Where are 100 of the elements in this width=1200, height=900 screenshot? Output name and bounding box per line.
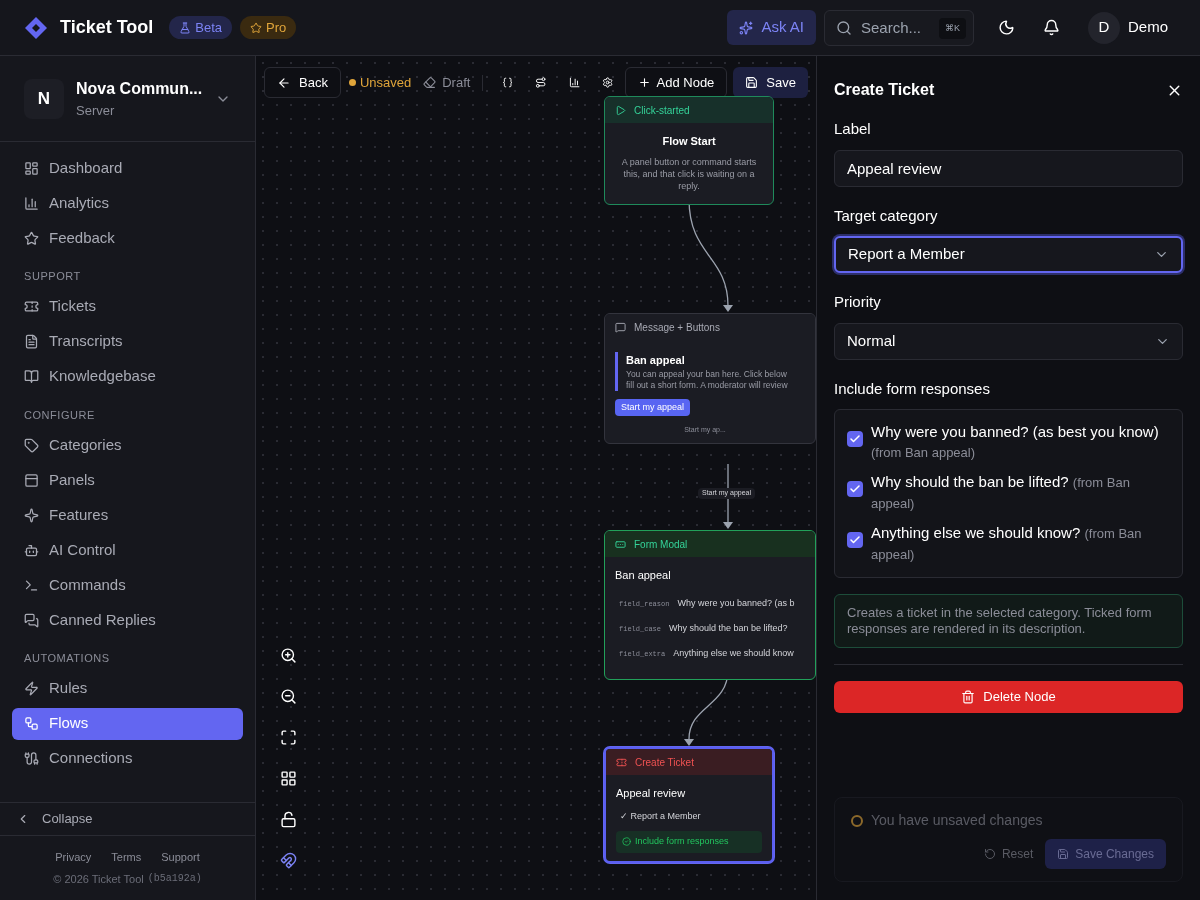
grid-icon[interactable] — [280, 770, 297, 787]
node-type: Create Ticket — [635, 755, 694, 770]
category-select[interactable]: Report a Member — [834, 236, 1183, 273]
user-name: Demo — [1128, 17, 1168, 38]
document-icon — [24, 334, 39, 349]
node-type: Message + Buttons — [634, 320, 720, 335]
plus-icon — [637, 76, 651, 89]
node-description: A panel button or command starts this, and that click is waiting on a reply. — [620, 155, 758, 192]
ticket-icon — [616, 756, 627, 768]
back-button[interactable]: Back — [264, 67, 341, 98]
nav-item[interactable]: Flows — [12, 707, 243, 740]
server-name: Nova Commun... — [76, 78, 204, 99]
ticket-icon — [24, 299, 39, 314]
response-option[interactable]: Why should the ban be lifted? (from Ban appeal) — [871, 472, 1170, 514]
magnet-icon[interactable] — [280, 852, 297, 869]
server-avatar: N — [24, 78, 64, 119]
build-hash: (b5a192a) — [147, 872, 202, 886]
nav-item[interactable]: Dashboard — [12, 152, 243, 184]
section-heading: AUTOMATIONS — [23, 651, 111, 666]
braces-icon[interactable] — [502, 75, 514, 90]
field-label: Why were you banned? (as b — [677, 597, 795, 611]
nav-item[interactable]: Features — [12, 499, 243, 531]
collapse-button[interactable]: Collapse — [0, 802, 255, 836]
route-icon[interactable] — [535, 75, 547, 90]
message-button: Start my appeal — [615, 398, 691, 416]
chart-icon[interactable] — [568, 75, 581, 90]
flow-icon — [24, 716, 39, 731]
play-icon — [615, 104, 626, 116]
nav-item[interactable]: Analytics — [12, 187, 243, 219]
nav-item[interactable]: Categories — [12, 429, 243, 461]
footer-link[interactable]: Privacy — [55, 848, 92, 865]
unlock-icon[interactable] — [280, 811, 297, 828]
settings-icon[interactable] — [602, 75, 614, 90]
book-icon — [24, 369, 39, 384]
field-label: Priority — [834, 292, 882, 312]
field-label: Target category — [834, 205, 939, 226]
user-avatar[interactable]: D — [1088, 11, 1120, 44]
reset-icon — [983, 848, 996, 860]
nav-item[interactable]: Rules — [12, 672, 243, 705]
nav-item[interactable]: AI Control — [12, 534, 243, 566]
trash-icon — [961, 690, 976, 704]
ask-ai-button[interactable]: Ask AI — [727, 10, 816, 45]
footer-link[interactable]: Terms — [111, 848, 142, 865]
zoom-in-icon[interactable] — [280, 647, 297, 664]
chat-icon — [615, 321, 626, 333]
nav-item[interactable]: Connections — [12, 742, 243, 775]
nav-item[interactable]: Canned Replies — [12, 604, 243, 636]
flow-node[interactable]: Create Ticket Appeal review ✓ Report a Member Include form responses — [604, 747, 774, 863]
check-icon — [849, 534, 861, 546]
bolt-icon — [24, 681, 39, 696]
footer-link[interactable]: Support — [161, 848, 200, 865]
nav-item[interactable]: Feedback — [12, 222, 243, 254]
chat-icon — [24, 612, 39, 628]
nav-item[interactable]: Commands — [12, 569, 243, 601]
check-icon — [849, 433, 861, 445]
fit-view-icon[interactable] — [280, 729, 297, 746]
nav-item[interactable]: Transcripts — [12, 325, 243, 358]
logo-icon — [24, 15, 48, 40]
eraser-icon — [423, 76, 437, 89]
check-icon — [849, 483, 861, 495]
section-label: Include form responses — [834, 378, 991, 399]
response-option[interactable]: Why were you banned? (as best you know) (from Ban appeal) — [871, 422, 1170, 463]
notification-icon[interactable] — [1043, 19, 1060, 36]
response-option[interactable]: Anything else we should know? (from Ban appeal) — [871, 523, 1170, 565]
server-subtitle: Server — [76, 101, 116, 120]
field-label: Why should the ban be lifted? — [669, 622, 788, 636]
label-input[interactable]: Appeal review — [834, 149, 1183, 187]
chart-icon — [24, 195, 39, 211]
plug-icon — [24, 751, 39, 766]
field-label: Anything else we should know — [673, 647, 794, 661]
copyright-text: © 2026 Ticket Tool — [53, 872, 144, 887]
save-button[interactable]: Save — [733, 67, 808, 98]
checkbox[interactable] — [847, 481, 863, 497]
node-title: Ban appeal — [615, 568, 672, 583]
form-icon — [615, 538, 626, 550]
toast-message: You have unsaved changes — [871, 811, 1043, 830]
nav-item[interactable]: Tickets — [12, 290, 243, 323]
app-title: Ticket Tool — [60, 16, 154, 39]
priority-select[interactable]: Normal — [834, 322, 1183, 360]
section-heading: SUPPORT — [23, 269, 82, 284]
beta-badge: Beta — [169, 15, 233, 40]
save-icon — [745, 76, 759, 89]
panel-icon — [24, 472, 39, 488]
flow-node[interactable]: Click-started Flow Start A panel button or command starts this, and that click is waiting on a reply. — [604, 96, 774, 205]
node-title: Flow Start — [662, 134, 716, 149]
draft-button[interactable]: Draft — [423, 72, 471, 93]
delete-node-button[interactable]: Delete Node — [834, 681, 1183, 713]
zoom-out-icon[interactable] — [280, 688, 297, 705]
theme-toggle-icon[interactable] — [998, 19, 1015, 36]
info-note: Creates a ticket in the selected category. Ticked form responses are rendered in its description. — [834, 594, 1183, 648]
add-node-button[interactable]: Add Node — [624, 67, 728, 98]
nav-item[interactable]: Panels — [12, 464, 243, 496]
nav-item[interactable]: Knowledgebase — [12, 360, 243, 393]
section-heading: CONFIGURE — [23, 407, 96, 423]
unsaved-status: Unsaved — [348, 72, 412, 93]
checkbox[interactable] — [847, 431, 863, 447]
field-label: Label — [834, 119, 872, 139]
checkbox[interactable] — [847, 532, 863, 548]
node-title: Appeal review — [616, 786, 687, 801]
star-icon — [24, 230, 39, 246]
